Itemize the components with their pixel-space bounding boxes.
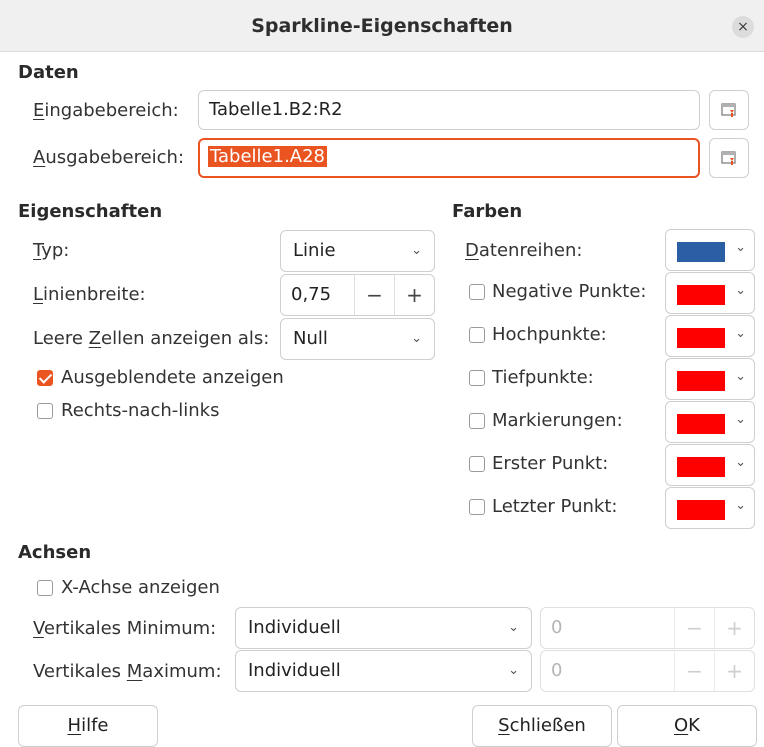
- shrink-dialog-icon: [721, 151, 736, 165]
- v-max-spinbox[interactable]: 0 − +: [540, 650, 755, 692]
- farben-color-button[interactable]: ⌄: [665, 315, 755, 357]
- close-button[interactable]: ×: [732, 16, 754, 38]
- typ-combo[interactable]: Linie ⌄: [280, 230, 435, 272]
- help-button[interactable]: Hilfe: [18, 705, 158, 747]
- input-range-picker-button[interactable]: [709, 90, 749, 130]
- chevron-down-icon: ⌄: [411, 243, 422, 258]
- farben-color-button[interactable]: ⌄: [665, 401, 755, 443]
- x-achse-label[interactable]: X-Achse anzeigen: [61, 577, 220, 598]
- rtl-label[interactable]: Rechts-nach-links: [61, 400, 219, 421]
- x-achse-checkbox[interactable]: [37, 580, 53, 596]
- linienbreite-value[interactable]: 0,75: [291, 284, 331, 305]
- close-dialog-button[interactable]: Schließen: [472, 705, 612, 747]
- color-swatch: [677, 328, 725, 348]
- output-range-label: Ausgabebereich:: [33, 147, 185, 168]
- farben-checkbox[interactable]: [469, 499, 485, 515]
- chevron-down-icon: ⌄: [735, 455, 746, 470]
- chevron-down-icon: ⌄: [411, 331, 422, 346]
- decrement-button[interactable]: −: [674, 651, 714, 691]
- chevron-down-icon: ⌄: [735, 498, 746, 513]
- color-swatch: [677, 242, 725, 262]
- ausgeblendete-checkbox[interactable]: [37, 370, 53, 386]
- output-range-picker-button[interactable]: [709, 138, 749, 178]
- color-swatch: [677, 414, 725, 434]
- output-range-field[interactable]: Tabelle1.A28: [198, 138, 700, 178]
- leere-zellen-combo[interactable]: Null ⌄: [280, 318, 435, 360]
- ausgeblendete-label[interactable]: Ausgeblendete anzeigen: [61, 367, 284, 388]
- farben-checkbox[interactable]: [469, 456, 485, 472]
- farben-item-label[interactable]: Markierungen:: [492, 410, 623, 431]
- farben-item-label[interactable]: Hochpunkte:: [492, 324, 607, 345]
- shrink-dialog-icon: [721, 103, 736, 117]
- v-max-label: Vertikales Maximum:: [33, 661, 222, 682]
- rtl-checkbox[interactable]: [37, 403, 53, 419]
- chevron-down-icon: ⌄: [508, 663, 519, 678]
- linienbreite-spinbox[interactable]: 0,75 − +: [280, 274, 435, 316]
- farben-color-button[interactable]: ⌄: [665, 272, 755, 314]
- chevron-down-icon: ⌄: [735, 326, 746, 341]
- farben-color-button[interactable]: ⌄: [665, 358, 755, 400]
- leere-zellen-label: Leere Zellen anzeigen als:: [33, 328, 270, 349]
- farben-item-label[interactable]: Erster Punkt:: [492, 453, 608, 474]
- color-swatch: [677, 285, 725, 305]
- output-range-selected-text: Tabelle1.A28: [208, 146, 328, 167]
- farben-checkbox[interactable]: [469, 413, 485, 429]
- farben-item-label[interactable]: Tiefpunkte:: [492, 367, 594, 388]
- increment-button[interactable]: +: [714, 651, 754, 691]
- section-farben-heading: Farben: [452, 201, 523, 222]
- farben-checkbox[interactable]: [469, 284, 485, 300]
- v-min-label: Vertikales Minimum:: [33, 618, 217, 639]
- chevron-down-icon: ⌄: [735, 240, 746, 255]
- datenreihen-color-button[interactable]: ⌄: [665, 229, 755, 271]
- typ-label: Typ:: [33, 240, 70, 261]
- color-swatch: [677, 457, 725, 477]
- v-min-spinbox[interactable]: 0 − +: [540, 607, 755, 649]
- linienbreite-label: Linienbreite:: [33, 284, 146, 305]
- farben-item-label[interactable]: Negative Punkte:: [492, 281, 646, 302]
- dialog-title: Sparkline-Eigenschaften: [251, 15, 513, 37]
- color-swatch: [677, 500, 725, 520]
- section-achsen-heading: Achsen: [18, 542, 92, 563]
- input-range-field[interactable]: Tabelle1.B2:R2: [198, 90, 700, 130]
- farben-checkbox[interactable]: [469, 370, 485, 386]
- color-swatch: [677, 371, 725, 391]
- input-range-label: Eingabebereich:: [33, 100, 179, 121]
- section-daten-heading: Daten: [18, 62, 79, 83]
- chevron-down-icon: ⌄: [508, 620, 519, 635]
- increment-button[interactable]: +: [394, 275, 434, 315]
- farben-color-button[interactable]: ⌄: [665, 487, 755, 529]
- v-min-combo[interactable]: Individuell ⌄: [235, 607, 532, 649]
- farben-item-label[interactable]: Letzter Punkt:: [492, 496, 617, 517]
- increment-button[interactable]: +: [714, 608, 754, 648]
- ok-button[interactable]: OK: [617, 705, 757, 747]
- close-icon: ×: [737, 19, 749, 35]
- decrement-button[interactable]: −: [354, 275, 394, 315]
- section-eigenschaften-heading: Eigenschaften: [18, 201, 163, 222]
- farben-checkbox[interactable]: [469, 327, 485, 343]
- chevron-down-icon: ⌄: [735, 412, 746, 427]
- farben-color-button[interactable]: ⌄: [665, 444, 755, 486]
- datenreihen-label: Datenreihen:: [465, 240, 583, 261]
- chevron-down-icon: ⌄: [735, 369, 746, 384]
- decrement-button[interactable]: −: [674, 608, 714, 648]
- chevron-down-icon: ⌄: [735, 283, 746, 298]
- v-max-combo[interactable]: Individuell ⌄: [235, 650, 532, 692]
